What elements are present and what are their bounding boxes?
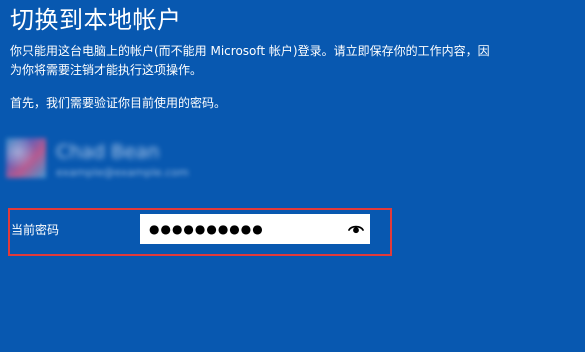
eye-icon	[348, 225, 364, 234]
password-mask: ●●●●●●●●●●	[149, 222, 264, 236]
description-line-2: 为你将需要注销才能执行这项操作。	[10, 63, 203, 77]
description-line-1: 你只能用这台电脑上的帐户(而不能用 Microsoft 帐户)登录。请立即保存你…	[10, 44, 490, 58]
reveal-password-button[interactable]	[348, 221, 364, 237]
account-name: Chad Bean	[56, 141, 160, 163]
account-email: example@example.com	[56, 166, 189, 179]
current-password-input[interactable]: ●●●●●●●●●●	[140, 214, 370, 244]
avatar	[6, 138, 46, 178]
description: 你只能用这台电脑上的帐户(而不能用 Microsoft 帐户)登录。请立即保存你…	[10, 42, 578, 80]
verify-prompt: 首先，我们需要验证你目前使用的密码。	[10, 96, 227, 110]
page-title: 切换到本地帐户	[10, 6, 182, 34]
account-tile: Chad Bean example@example.com	[6, 138, 206, 182]
current-password-label: 当前密码	[11, 223, 60, 237]
